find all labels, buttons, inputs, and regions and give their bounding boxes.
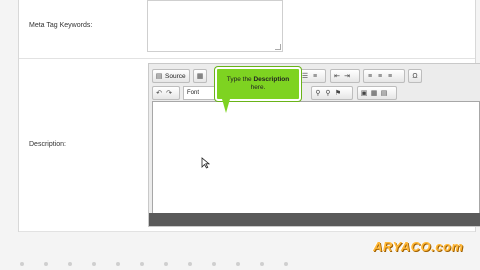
dot [260, 262, 264, 266]
hint-tooltip: Type the Description here. [215, 67, 301, 101]
dot [44, 262, 48, 266]
undo-icon[interactable]: ↶ [155, 89, 163, 97]
dot [188, 262, 192, 266]
source-icon: ▤ [155, 73, 163, 80]
tooltip-prefix: Type the [226, 76, 254, 83]
list-buttons: ☰ ≡ [298, 69, 326, 83]
meta-keywords-label: Meta Tag Keywords: [29, 22, 93, 29]
redo-icon[interactable]: ↷ [165, 89, 173, 97]
table-icon[interactable]: ▦ [370, 89, 378, 97]
editor-statusbar [149, 213, 480, 226]
outdent-icon[interactable]: ⇤ [333, 72, 341, 80]
watermark-logo: ARYACO.com [373, 239, 464, 254]
align-buttons: ≡ ≡ ≡ [363, 69, 405, 83]
dot [68, 262, 72, 266]
source-button-label: Source [165, 72, 186, 80]
mouse-cursor-icon [201, 157, 210, 169]
dot [92, 262, 96, 266]
align-right-icon[interactable]: ≡ [386, 72, 394, 80]
special-char-button[interactable]: Ω [408, 69, 422, 83]
dot [20, 262, 24, 266]
toolbar-row-2: ↶ ↷ Font ⚲ ⚲ ⚑ ▣ ▦ ▤ [152, 86, 478, 100]
dot [164, 262, 168, 266]
find-icon[interactable]: ⚲ [314, 89, 322, 97]
align-left-icon[interactable]: ≡ [366, 72, 374, 80]
numbered-list-icon[interactable]: ≡ [311, 72, 319, 80]
meta-keywords-textarea[interactable] [147, 0, 283, 52]
row-divider [19, 58, 475, 59]
toolbar-row-1: ▤ Source ▦ ☰ ≡ ⇤ ⇥ ≡ ≡ ≡ Ω [152, 69, 478, 83]
description-label: Description: [29, 141, 66, 148]
undo-redo-buttons: ↶ ↷ [152, 86, 180, 100]
omega-special-char-icon: Ω [412, 72, 418, 80]
dot [116, 262, 120, 266]
font-select-value: Font [187, 90, 200, 96]
insert-buttons: ▣ ▦ ▤ [357, 86, 397, 100]
dot [236, 262, 240, 266]
dot [212, 262, 216, 266]
find-buttons: ⚲ ⚲ ⚑ [311, 86, 353, 100]
page-footer [20, 262, 460, 268]
row-divider [19, 231, 475, 232]
tooltip-bold: Description [253, 76, 290, 83]
templates-button[interactable]: ▦ [193, 69, 207, 83]
align-center-icon[interactable]: ≡ [376, 72, 384, 80]
source-button[interactable]: ▤ Source [152, 69, 190, 83]
dot [284, 262, 288, 266]
bullet-list-icon[interactable]: ☰ [301, 72, 309, 80]
anchor-icon[interactable]: ⚑ [334, 89, 342, 97]
indent-icon[interactable]: ⇥ [343, 72, 351, 80]
rich-text-editor: ▤ Source ▦ ☰ ≡ ⇤ ⇥ ≡ ≡ ≡ Ω ↶ ↷ Font ⚲ ⚲ … [148, 63, 480, 227]
tooltip-tail [222, 99, 230, 113]
save-template-icon: ▦ [196, 73, 204, 80]
tooltip-suffix: here. [250, 84, 266, 91]
horizontal-rule-icon[interactable]: ▤ [380, 89, 388, 97]
dot [140, 262, 144, 266]
image-icon[interactable]: ▣ [360, 89, 368, 97]
resize-grip-icon[interactable] [275, 44, 281, 50]
indent-buttons: ⇤ ⇥ [330, 69, 360, 83]
replace-icon[interactable]: ⚲ [324, 89, 332, 97]
